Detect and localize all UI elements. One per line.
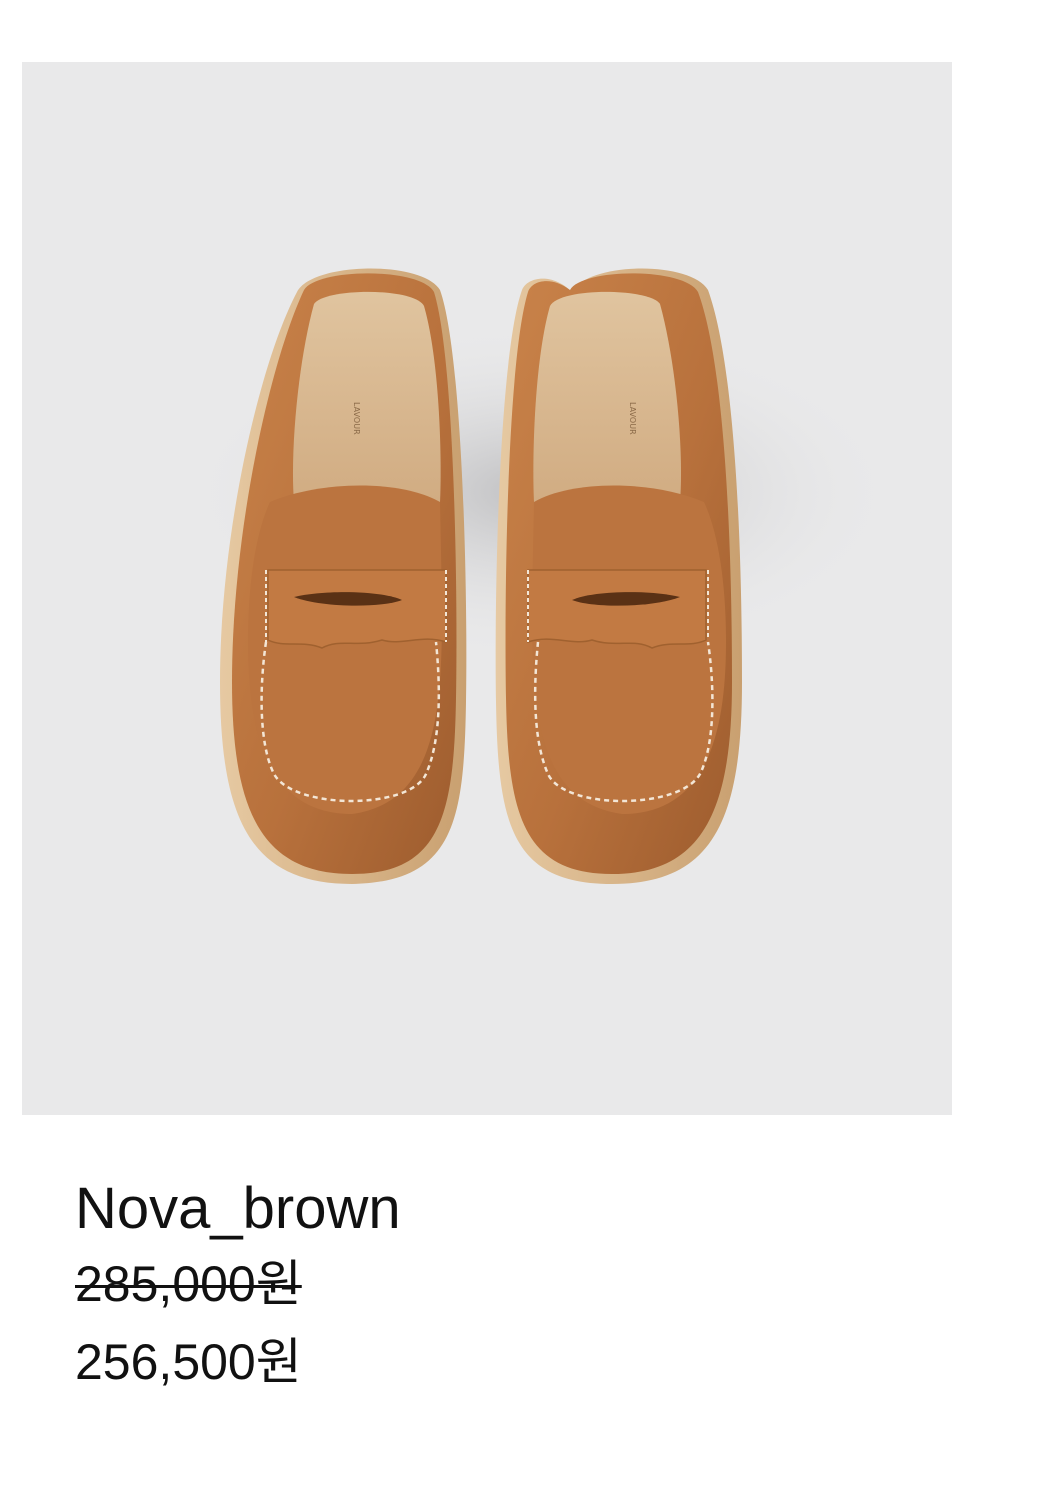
product-image[interactable]: LAVOUR LAVOUR (22, 62, 952, 1115)
loafer-mules-illustration: LAVOUR LAVOUR (182, 268, 902, 884)
svg-text:LAVOUR: LAVOUR (628, 402, 637, 435)
sale-price: 256,500원 (75, 1334, 302, 1390)
svg-text:LAVOUR: LAVOUR (352, 402, 361, 435)
original-price: 285,000원 (75, 1256, 302, 1312)
left-shoe: LAVOUR (220, 268, 467, 884)
right-shoe: LAVOUR (495, 268, 742, 884)
product-name[interactable]: Nova_brown (75, 1172, 775, 1246)
product-info: Nova_brown 285,000원 256,500원 (75, 1172, 775, 1402)
